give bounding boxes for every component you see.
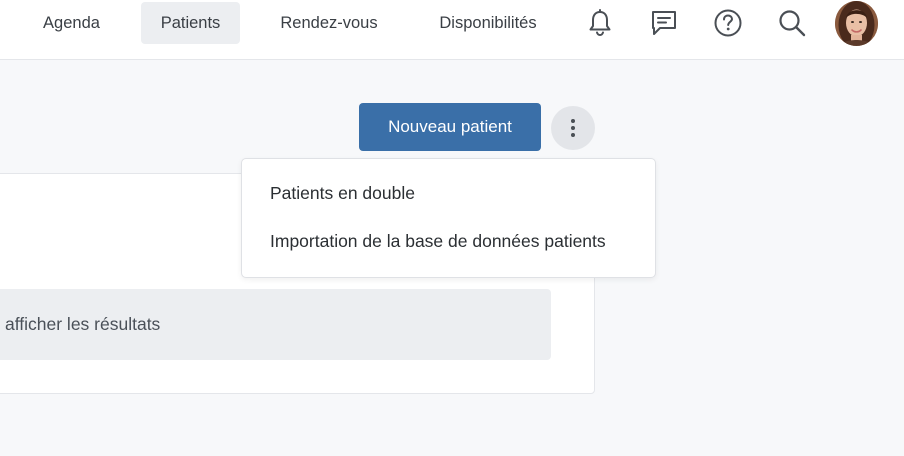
tab-agenda[interactable]: Agenda bbox=[24, 2, 119, 44]
more-options-menu: Patients en double Importation de la bas… bbox=[241, 158, 656, 278]
menu-item-import-patients[interactable]: Importation de la base de données patien… bbox=[270, 231, 606, 252]
user-avatar-image bbox=[835, 1, 878, 46]
message-icon bbox=[652, 11, 676, 35]
tab-disponibilites[interactable]: Disponibilités bbox=[418, 2, 558, 44]
help-icon bbox=[714, 9, 742, 37]
search-icon bbox=[779, 10, 806, 37]
new-patient-button[interactable]: Nouveau patient bbox=[359, 103, 541, 151]
bell-icon bbox=[589, 9, 611, 37]
menu-item-duplicate-patients[interactable]: Patients en double bbox=[270, 183, 415, 204]
tab-patients[interactable]: Patients bbox=[141, 2, 240, 44]
more-options-button[interactable] bbox=[551, 106, 595, 150]
kebab-icon-dot bbox=[571, 133, 575, 138]
help-button[interactable] bbox=[712, 6, 744, 40]
notifications-button[interactable] bbox=[584, 6, 616, 40]
kebab-icon-dot bbox=[571, 126, 575, 130]
messages-button[interactable] bbox=[648, 6, 680, 40]
top-navigation-bar: Agenda Patients Rendez-vous Disponibilit… bbox=[0, 0, 904, 60]
search-button[interactable] bbox=[776, 6, 808, 40]
tab-rendez-vous[interactable]: Rendez-vous bbox=[262, 2, 396, 44]
kebab-icon bbox=[571, 118, 575, 123]
user-avatar[interactable] bbox=[835, 1, 878, 46]
empty-results-text: afficher les résultats bbox=[5, 314, 161, 334]
